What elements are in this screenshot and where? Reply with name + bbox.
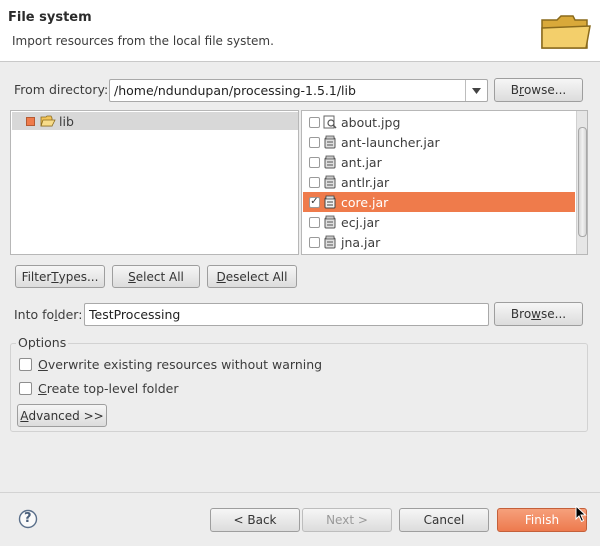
overwrite-label: Overwrite existing resources without war…: [38, 357, 323, 372]
jar-file-icon: [324, 135, 336, 149]
file-checkbox[interactable]: [309, 236, 320, 248]
file-checkbox[interactable]: [309, 176, 320, 188]
file-item-antlr-jar[interactable]: antlr.jar: [303, 172, 575, 192]
options-legend: Options: [16, 335, 69, 350]
open-folder-icon: [40, 115, 56, 127]
overwrite-option[interactable]: Overwrite existing resources without war…: [19, 357, 322, 372]
file-checkbox[interactable]: [309, 116, 320, 128]
file-checkbox[interactable]: [309, 216, 320, 228]
into-folder-label: Into folder:: [14, 307, 83, 322]
finish-button[interactable]: Finish: [497, 508, 587, 532]
into-folder-browse-button[interactable]: Bro w se...: [494, 302, 583, 326]
filter-types-button[interactable]: Filter Types...: [15, 265, 105, 288]
into-folder-input[interactable]: TestProcessing: [84, 303, 489, 326]
partial-check-icon[interactable]: [26, 116, 35, 126]
file-name: jna.jar: [341, 234, 381, 250]
create-top-level-label: Create top-level folder: [38, 381, 179, 396]
from-directory-combo[interactable]: /home/ndundupan/processing-1.5.1/lib: [109, 79, 488, 102]
from-directory-browse-button[interactable]: Br owse...: [494, 78, 583, 102]
from-directory-label: From directory:: [14, 82, 109, 97]
select-all-button[interactable]: Select All: [112, 265, 200, 288]
tree-item-lib[interactable]: lib: [12, 112, 298, 130]
from-directory-value: /home/ndundupan/processing-1.5.1/lib: [114, 83, 356, 98]
file-checkbox[interactable]: [309, 136, 320, 148]
jar-file-icon: [324, 215, 336, 229]
chevron-down-icon: [472, 87, 481, 94]
jar-file-icon: [324, 195, 336, 209]
file-name: ant.jar: [341, 154, 382, 170]
file-list-panel[interactable]: about.jpg ant-launcher.jar ant.jar antlr…: [301, 110, 588, 255]
page-description: Import resources from the local file sys…: [12, 34, 274, 48]
file-item-ecj-jar[interactable]: ecj.jar: [303, 212, 575, 232]
folder-banner-icon: [541, 15, 591, 49]
advanced-button[interactable]: Advanced >>: [17, 404, 107, 427]
file-checkbox-checked[interactable]: ✓: [309, 196, 320, 208]
file-name: about.jpg: [341, 114, 401, 130]
mouse-cursor-icon: [575, 505, 587, 523]
file-name: antlr.jar: [341, 174, 390, 190]
folder-tree-panel[interactable]: lib: [10, 110, 299, 255]
file-item-ant-launcher-jar[interactable]: ant-launcher.jar: [303, 132, 575, 152]
create-top-level-option[interactable]: Create top-level folder: [19, 381, 179, 396]
back-button[interactable]: < Back: [210, 508, 300, 532]
page-title: File system: [8, 10, 92, 25]
file-item-core-jar[interactable]: ✓ core.jar: [303, 192, 575, 212]
file-item-about-jpg[interactable]: about.jpg: [303, 112, 575, 132]
footer-divider: [0, 492, 600, 493]
file-name: ant-launcher.jar: [341, 134, 440, 150]
create-top-level-checkbox[interactable]: [19, 382, 32, 395]
overwrite-checkbox[interactable]: [19, 358, 32, 371]
file-name: ecj.jar: [341, 214, 380, 230]
tree-item-label: lib: [59, 113, 74, 129]
image-file-icon: [323, 115, 337, 129]
next-button[interactable]: Next >: [302, 508, 392, 532]
scrollbar-thumb[interactable]: [578, 127, 587, 237]
jar-file-icon: [324, 155, 336, 169]
file-list-scrollbar[interactable]: [576, 111, 587, 254]
help-glyph: ?: [24, 511, 32, 526]
cancel-button[interactable]: Cancel: [399, 508, 489, 532]
file-name: core.jar: [341, 194, 389, 210]
jar-file-icon: [324, 235, 336, 249]
deselect-all-button[interactable]: Deselect All: [207, 265, 297, 288]
file-item-jna-jar[interactable]: jna.jar: [303, 232, 575, 252]
combo-dropdown-button[interactable]: [465, 80, 487, 101]
file-item-ant-jar[interactable]: ant.jar: [303, 152, 575, 172]
file-checkbox[interactable]: [309, 156, 320, 168]
jar-file-icon: [324, 175, 336, 189]
